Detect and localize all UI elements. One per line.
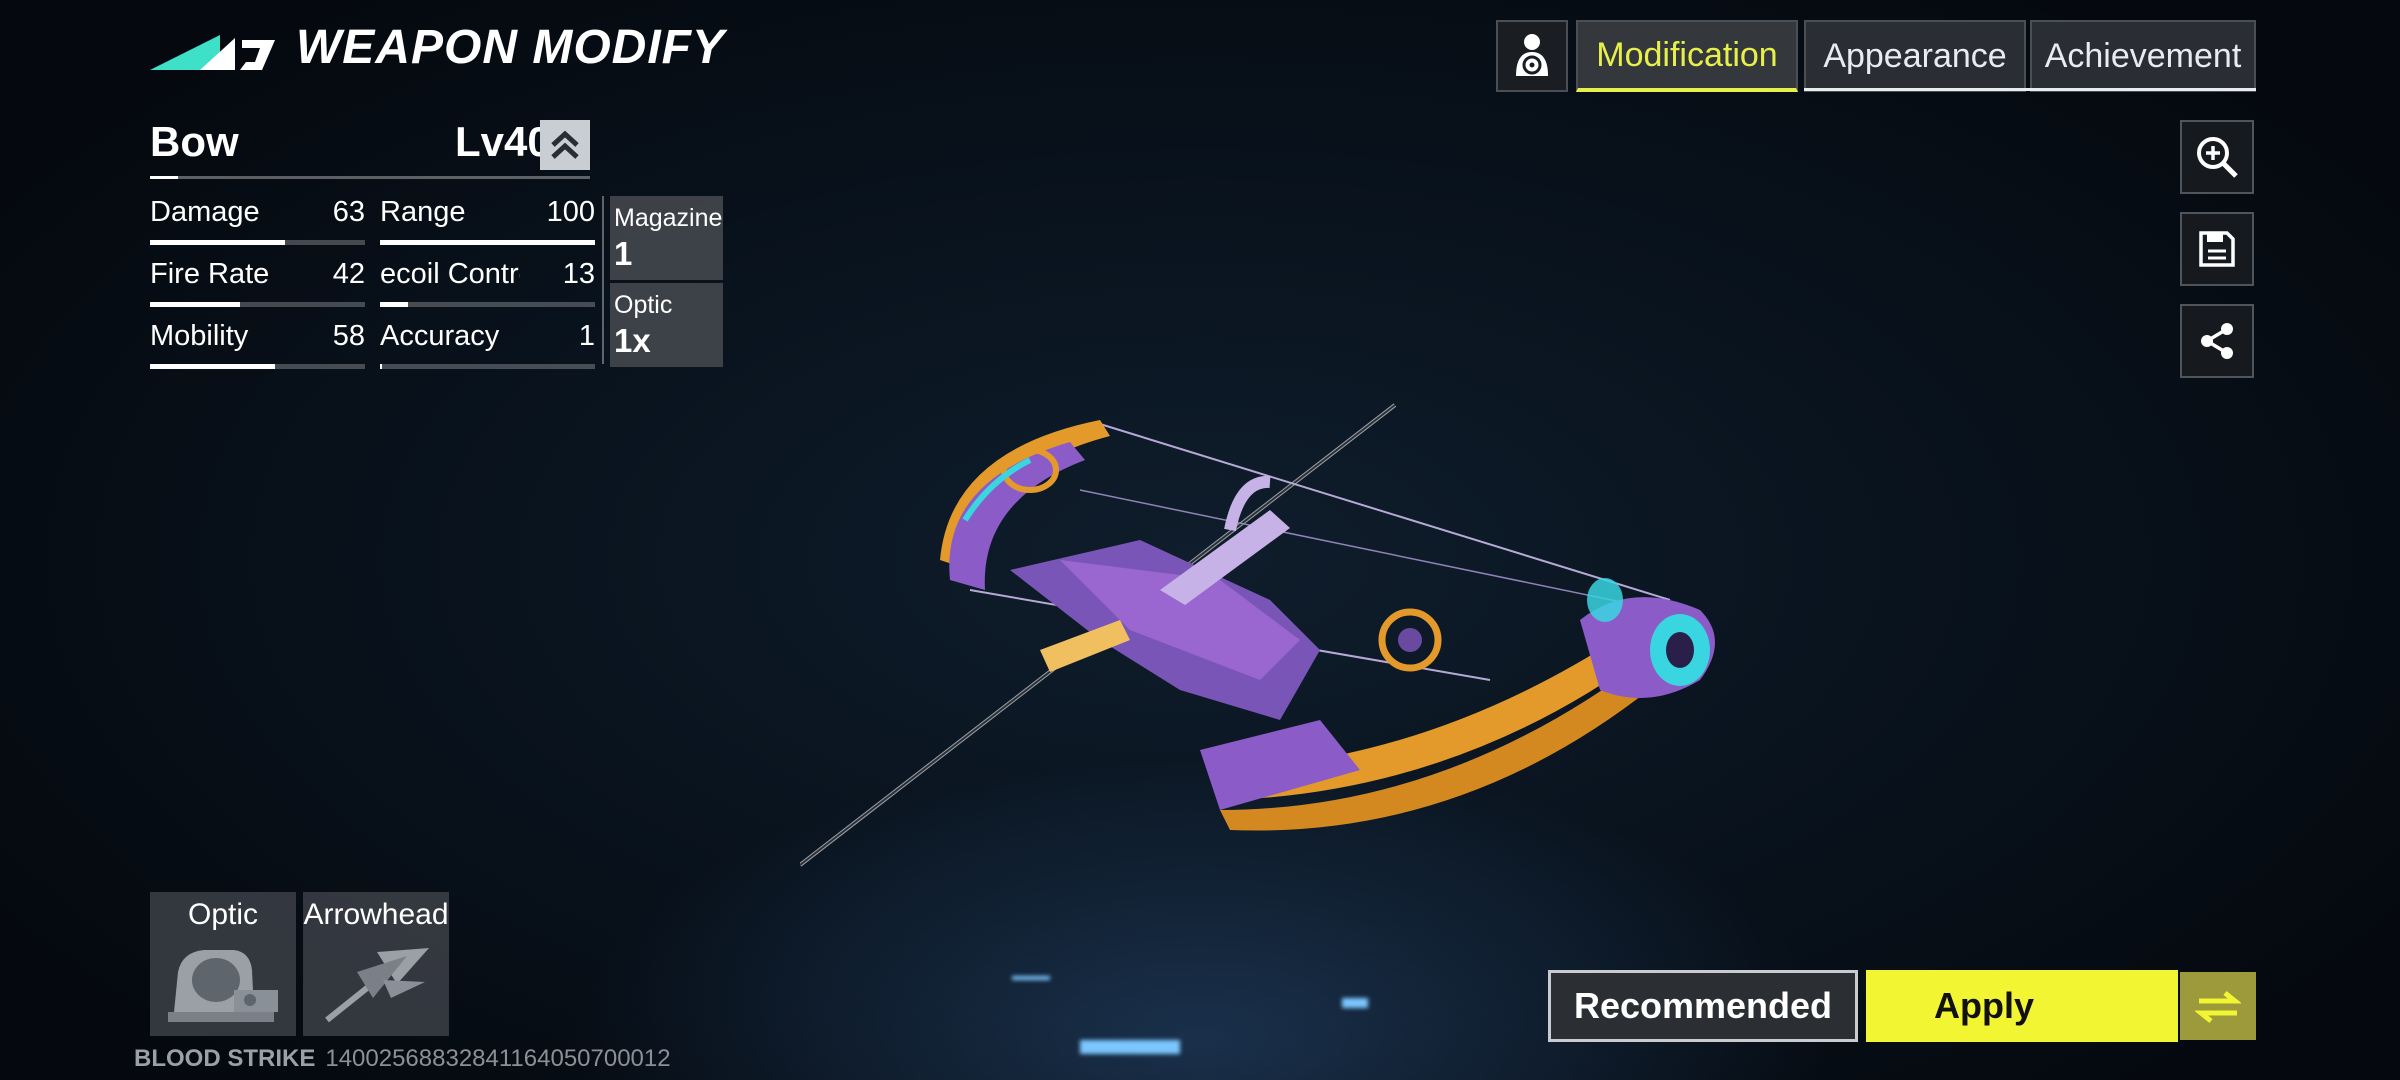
- stat-value: 100: [546, 196, 595, 228]
- red-dot-sight-icon: [168, 950, 278, 1022]
- stat-value: 63: [332, 196, 365, 228]
- optic-value: 1x: [614, 322, 651, 359]
- stat-label: Range: [380, 196, 466, 228]
- stat-bar: [380, 364, 383, 369]
- recommended-button[interactable]: Recommended: [1548, 970, 1858, 1042]
- stat-bar: [150, 364, 275, 369]
- save-icon: [2199, 231, 2235, 267]
- weapon-level: Lv40: [455, 118, 551, 165]
- attachment-slot-optic[interactable]: Optic: [150, 892, 296, 1036]
- floor-light: [1012, 976, 1050, 980]
- game-name: BLOOD STRIKE: [134, 1045, 316, 1072]
- player-id: 14002568832841164050700012: [325, 1045, 671, 1072]
- tabs-underline: [1804, 88, 2256, 91]
- optic-info: Optic 1x: [610, 283, 723, 367]
- stat-value: 13: [562, 258, 595, 290]
- save-button[interactable]: [2180, 212, 2254, 286]
- level-up-button[interactable]: [540, 120, 590, 170]
- floor-light: [1080, 1040, 1180, 1054]
- magazine-label: Magazine: [614, 204, 723, 232]
- tab-modification[interactable]: Modification: [1576, 20, 1798, 92]
- stat-label: Mobility: [150, 320, 249, 352]
- stat-bar: [380, 240, 595, 245]
- share-button[interactable]: [2180, 304, 2254, 378]
- stat-recoil-control: ecoil Contro 13: [380, 258, 595, 314]
- stat-label: ecoil Contro: [380, 258, 520, 290]
- slot-label: Optic: [187, 898, 259, 931]
- floor-light: [1342, 998, 1368, 1008]
- stat-mobility: Mobility 58: [150, 320, 365, 376]
- target-person-icon: [1516, 34, 1548, 76]
- tab-appearance[interactable]: Appearance: [1804, 20, 2026, 92]
- footer-id: BLOOD STRIKE 14002568832841164050700012: [134, 1045, 671, 1073]
- apply-button[interactable]: Apply: [1866, 970, 2178, 1042]
- page-title: WEAPON MODIFY: [296, 21, 725, 74]
- stats-divider: [602, 196, 604, 364]
- stat-value: 58: [332, 320, 365, 352]
- stat-bar: [380, 302, 408, 307]
- zoom-in-button[interactable]: [2180, 120, 2254, 194]
- stat-bar: [150, 240, 286, 245]
- stat-label: Damage: [150, 196, 260, 228]
- stat-value: 1: [578, 320, 595, 352]
- zoom-in-icon: [2197, 137, 2238, 178]
- name-underline: [150, 176, 590, 179]
- arrowhead-icon: [325, 948, 429, 1023]
- magazine-value: 1: [614, 235, 633, 272]
- share-icon: [2201, 323, 2233, 359]
- optic-label: Optic: [614, 291, 673, 319]
- magazine-info: Magazine 1: [610, 196, 723, 280]
- stat-accuracy: Accuracy 1: [380, 320, 595, 376]
- stat-range: Range 100: [380, 196, 595, 252]
- slot-label: Arrowhead: [303, 898, 449, 931]
- swap-arrows-icon: [2195, 991, 2241, 1023]
- stat-label: Accuracy: [380, 320, 500, 352]
- stat-bar: [150, 302, 241, 307]
- bow-model-image: [800, 403, 1715, 867]
- shooting-range-button[interactable]: [1496, 20, 1568, 92]
- stat-label: Fire Rate: [150, 258, 270, 290]
- double-chevron-up-icon: [551, 130, 579, 159]
- weapon-name: Bow: [150, 118, 239, 165]
- game-logo-icon: [150, 35, 275, 70]
- stat-damage: Damage 63: [150, 196, 365, 252]
- attachment-slot-arrowhead[interactable]: Arrowhead: [303, 892, 449, 1036]
- swap-button[interactable]: [2180, 972, 2256, 1040]
- stat-fire-rate: Fire Rate 42: [150, 258, 365, 314]
- stat-value: 42: [332, 258, 365, 290]
- tab-achievement[interactable]: Achievement: [2030, 20, 2256, 92]
